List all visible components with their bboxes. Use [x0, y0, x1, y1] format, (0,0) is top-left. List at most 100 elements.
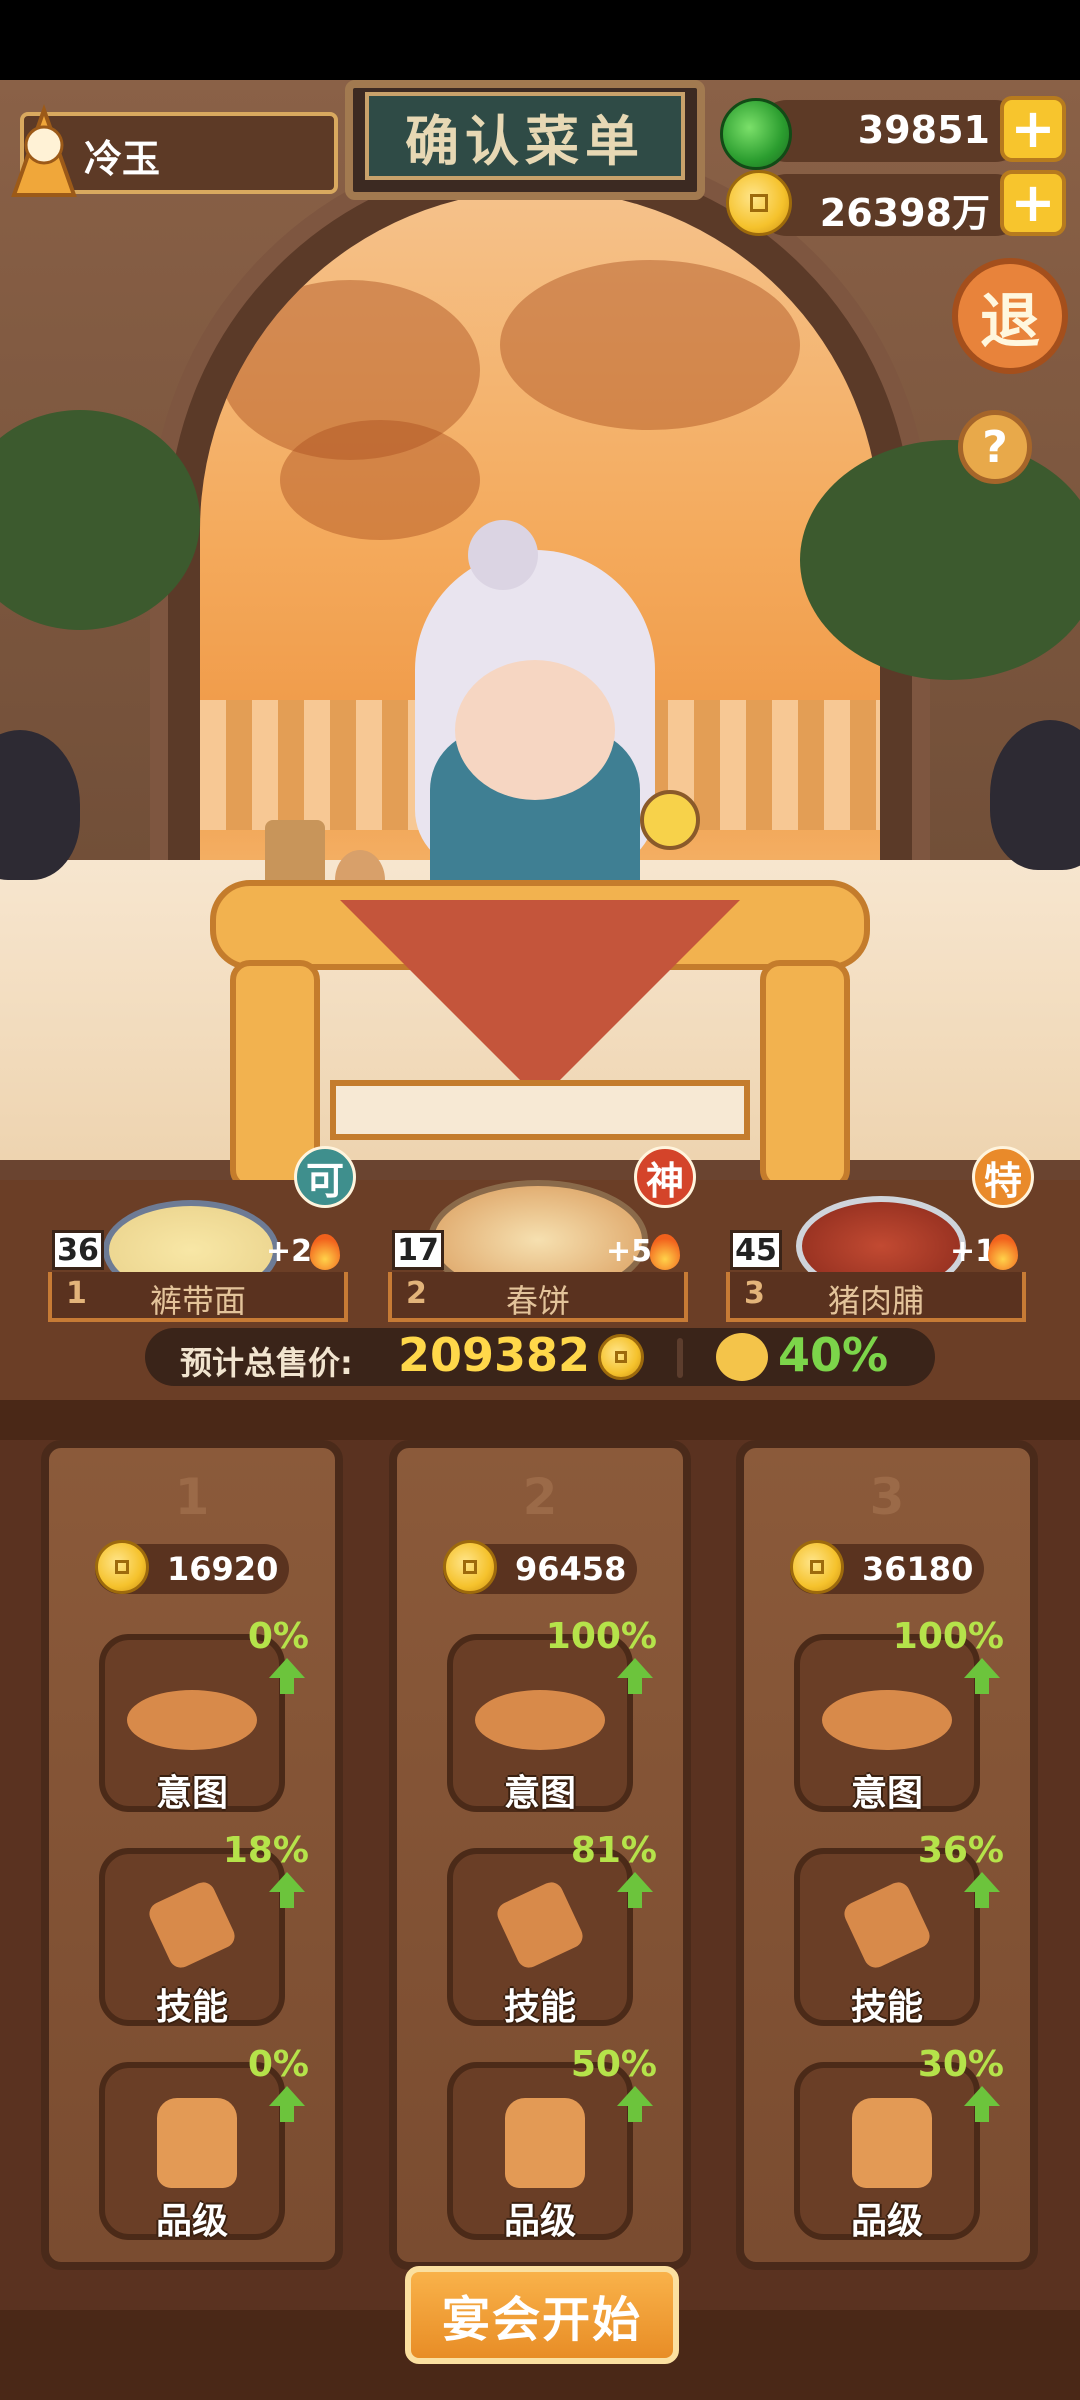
- column-number: 2: [522, 1468, 558, 1526]
- table-leg-right: [760, 960, 850, 1190]
- flame-icon: [988, 1234, 1018, 1270]
- dish-slot-3[interactable]: 特 45 +1 3 猪肉脯: [726, 1146, 1034, 1330]
- dish-badge: 可: [294, 1146, 356, 1208]
- up-arrow-stem: [280, 1892, 294, 1908]
- up-arrow-stem: [628, 1678, 642, 1694]
- coin-icon: [443, 1540, 497, 1594]
- upgrade-percent: 100%: [892, 1616, 1004, 1657]
- help-button[interactable]: ?: [958, 410, 1032, 484]
- cost-value: 16920: [167, 1550, 279, 1588]
- dish-level: 45: [730, 1230, 782, 1270]
- up-arrow-stem: [975, 1892, 989, 1908]
- chef-hair-bun: [468, 520, 538, 590]
- dish-slot-1[interactable]: 可 36 +2 1 裤带面: [48, 1146, 356, 1330]
- dish-level: 17: [392, 1230, 444, 1270]
- section-edge: [0, 1400, 1080, 1440]
- upgrade-percent: 0%: [247, 1616, 309, 1657]
- column-number: 3: [869, 1468, 905, 1526]
- add-jade-button[interactable]: +: [1000, 96, 1066, 162]
- right-plant: [800, 440, 1080, 680]
- bonus-bowl-icon: [716, 1333, 768, 1381]
- up-arrow-icon: [617, 2086, 653, 2106]
- up-arrow-icon: [964, 2086, 1000, 2106]
- up-arrow-stem: [280, 1678, 294, 1694]
- upgrade-label: 意图: [503, 1773, 576, 1814]
- upgrade-label: 技能: [503, 1987, 576, 2028]
- upgrade-column-2: 2 96458 100% 意图 81% 技能 50% 品级: [389, 1440, 691, 2270]
- medallion-icon: [640, 790, 700, 850]
- upgrade-percent: 81%: [570, 1830, 657, 1871]
- upgrade-label: 技能: [850, 1987, 923, 2028]
- up-arrow-stem: [975, 1678, 989, 1694]
- up-arrow-icon: [964, 1658, 1000, 1678]
- coin-icon: [790, 1540, 844, 1594]
- start-banquet-button[interactable]: 宴会开始: [405, 2266, 679, 2364]
- jade-amount: 39851: [857, 108, 990, 152]
- upgrade-percent: 30%: [917, 2044, 1004, 2085]
- upgrade-column-3: 3 36180 100% 意图 36% 技能 30% 品级: [736, 1440, 1038, 2270]
- flame-icon: [310, 1234, 340, 1270]
- divider: [677, 1338, 683, 1378]
- upgrade-percent: 0%: [247, 2044, 309, 2085]
- upgrade-percent: 36%: [917, 1830, 1004, 1871]
- bonus-percent: 40%: [778, 1328, 889, 1382]
- dish-badge: 特: [972, 1146, 1034, 1208]
- coin-amount: 26398万: [819, 191, 990, 235]
- up-arrow-icon: [964, 1872, 1000, 1892]
- coin-icon: [598, 1334, 644, 1380]
- upgrade-label: 品级: [850, 2201, 923, 2242]
- upgrade-label: 意图: [850, 1773, 923, 1814]
- exit-button[interactable]: 退: [952, 258, 1068, 374]
- spatula-icon: [840, 1878, 934, 1972]
- upgrade-label: 品级: [503, 2201, 576, 2242]
- upgrade-label: 技能: [155, 1987, 228, 2028]
- add-coin-button[interactable]: +: [1000, 170, 1066, 236]
- price-label: 预计总售价:: [180, 1344, 353, 1382]
- ladle-icon: [822, 1690, 952, 1750]
- upgrade-label: 品级: [155, 2201, 228, 2242]
- dish-name: 裤带面: [149, 1282, 246, 1320]
- flame-icon: [650, 1234, 680, 1270]
- upgrade-percent: 50%: [570, 2044, 657, 2085]
- dish-level: 36: [52, 1230, 104, 1270]
- ladle-icon: [475, 1690, 605, 1750]
- up-arrow-icon: [269, 1658, 305, 1678]
- player-avatar-icon: [11, 103, 77, 197]
- up-arrow-icon: [269, 2086, 305, 2106]
- table-crossbar: [330, 1080, 750, 1140]
- up-arrow-icon: [617, 1658, 653, 1678]
- chef-face: [455, 660, 615, 800]
- upgrade-percent: 100%: [545, 1616, 657, 1657]
- dish-name: 春饼: [505, 1282, 570, 1320]
- up-arrow-stem: [628, 1892, 642, 1908]
- dish-bonus: +2: [266, 1234, 313, 1269]
- column-number: 1: [174, 1468, 210, 1526]
- thumbs-up-icon: [505, 2098, 585, 2188]
- dish-badge: 神: [634, 1146, 696, 1208]
- dish-bonus: +5: [606, 1234, 653, 1269]
- cost-value: 96458: [515, 1550, 627, 1588]
- coin-icon: [95, 1540, 149, 1594]
- coin-icon: [726, 170, 792, 236]
- thumbs-up-icon: [852, 2098, 932, 2188]
- status-bar: [0, 0, 1080, 80]
- up-arrow-stem: [280, 2106, 294, 2122]
- spatula-icon: [145, 1878, 239, 1972]
- spatula-icon: [493, 1878, 587, 1972]
- jade-icon: [720, 98, 792, 170]
- dish-slot-2[interactable]: 神 17 +5 2 春饼: [388, 1146, 696, 1330]
- page-title: 确认菜单: [365, 92, 685, 180]
- price-value: 209382: [398, 1328, 591, 1382]
- ladle-icon: [127, 1690, 257, 1750]
- dish-name: 猪肉脯: [827, 1282, 924, 1320]
- up-arrow-stem: [628, 2106, 642, 2122]
- upgrade-label: 意图: [155, 1773, 228, 1814]
- upgrade-column-1: 1 16920 0% 意图 18% 技能 0% 品级: [41, 1440, 343, 2270]
- up-arrow-stem: [975, 2106, 989, 2122]
- thumbs-up-icon: [157, 2098, 237, 2188]
- up-arrow-icon: [269, 1872, 305, 1892]
- player-name: 冷玉: [84, 137, 161, 181]
- upgrade-percent: 18%: [222, 1830, 309, 1871]
- up-arrow-icon: [617, 1872, 653, 1892]
- cost-value: 36180: [862, 1550, 974, 1588]
